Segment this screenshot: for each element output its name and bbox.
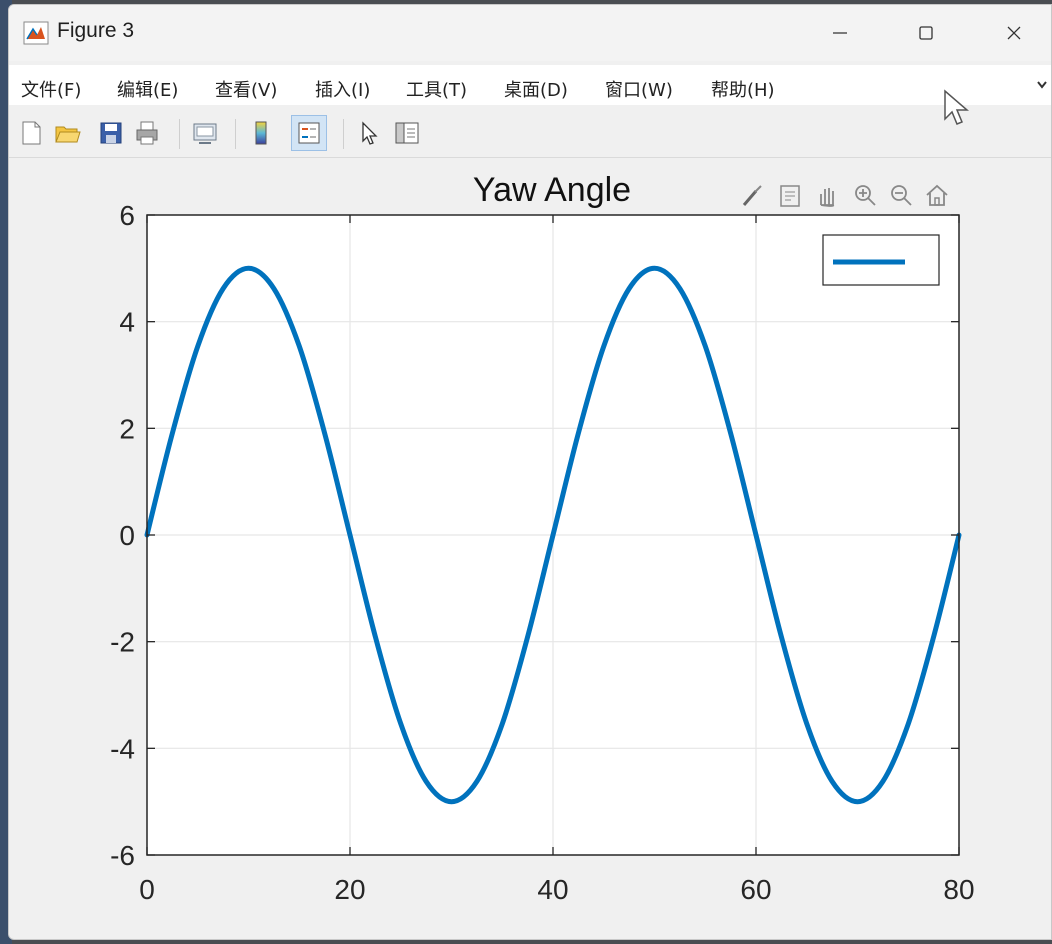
- brush-icon[interactable]: [742, 185, 762, 206]
- home-icon[interactable]: [926, 184, 948, 206]
- x-tick-label: 60: [740, 874, 771, 905]
- zoom-in-icon[interactable]: [855, 185, 876, 206]
- zoom-out-icon[interactable]: [891, 185, 912, 206]
- legend[interactable]: [822, 234, 940, 286]
- y-tick-label: 2: [119, 413, 135, 444]
- y-tick-label: 6: [119, 200, 135, 231]
- pan-icon[interactable]: [820, 188, 835, 207]
- x-tick-label: 0: [139, 874, 155, 905]
- y-tick-label: -6: [110, 840, 135, 871]
- x-tick-label: 20: [334, 874, 365, 905]
- y-tick-label: 0: [119, 520, 135, 551]
- data-tips-icon[interactable]: [780, 185, 800, 207]
- x-tick-label: 80: [943, 874, 974, 905]
- figure-window: Figure 3 文件(F) 编辑(E) 查看(V) 插入(I) 工具(T) 桌…: [8, 4, 1052, 940]
- y-tick-label: -2: [110, 627, 135, 658]
- y-tick-label: -4: [110, 733, 135, 764]
- x-tick-label: 40: [537, 874, 568, 905]
- figure-canvas: Yaw Angle 0 20 40 60 80 -6 -4 -2 0 2 4 6: [110, 171, 974, 905]
- chart-title: Yaw Angle: [473, 171, 631, 209]
- axes-toolbar: [742, 184, 948, 207]
- y-tick-label: 4: [119, 307, 135, 338]
